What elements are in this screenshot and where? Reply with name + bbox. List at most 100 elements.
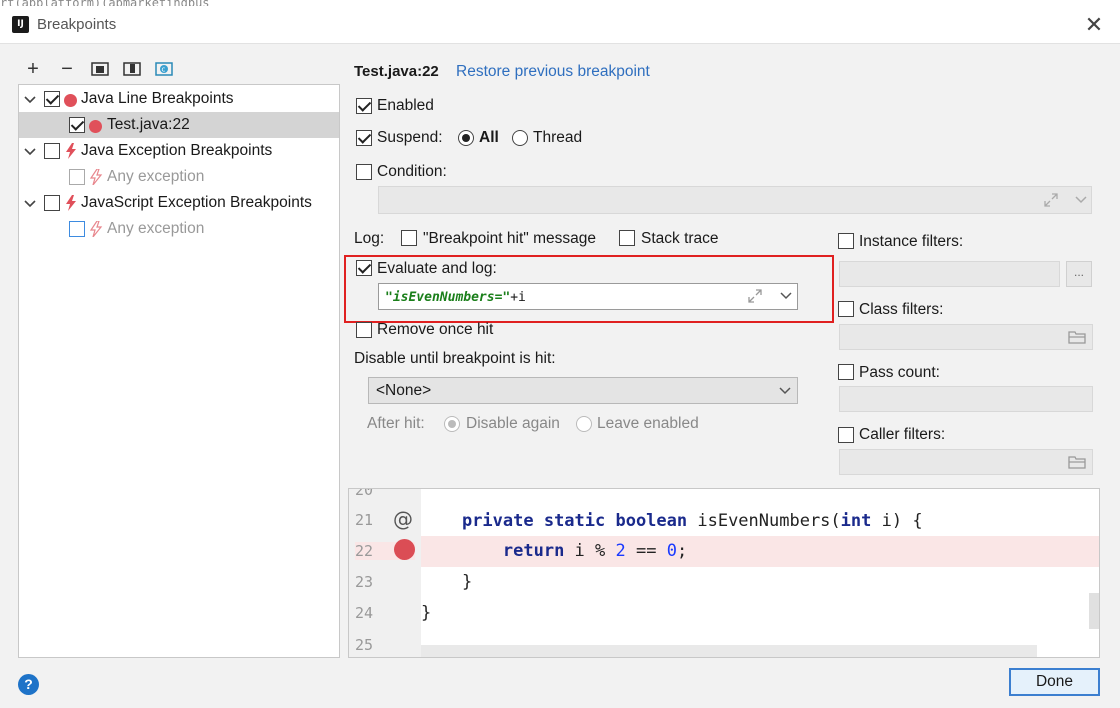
svg-text:c: c — [162, 66, 166, 74]
chevron-down-icon[interactable] — [23, 93, 37, 107]
add-icon[interactable]: + — [22, 58, 44, 80]
group-by-package-icon[interactable] — [88, 58, 110, 80]
close-icon[interactable]: ✕ — [1082, 14, 1106, 38]
pass-count-checkbox[interactable] — [838, 364, 854, 380]
editor-gutter: 20 21 22 23 24 25 @ — [349, 488, 421, 657]
vertical-scrollbar[interactable] — [1089, 593, 1099, 629]
caller-filters-checkbox[interactable] — [838, 427, 854, 443]
java-exception-breakpoints-checkbox[interactable] — [44, 143, 60, 159]
tree-item-java-exception-breakpoints[interactable]: Java Exception Breakpoints — [19, 138, 339, 164]
folder-icon[interactable] — [1068, 330, 1086, 344]
restore-previous-breakpoint-link[interactable]: Restore previous breakpoint — [456, 63, 650, 81]
exception-bolt-icon — [66, 143, 76, 159]
horizontal-scrollbar[interactable] — [421, 645, 1037, 657]
condition-label: Condition: — [377, 163, 447, 180]
condition-input[interactable] — [378, 186, 1092, 214]
group-by-file-icon[interactable] — [120, 58, 142, 80]
chevron-down-icon[interactable] — [23, 145, 37, 159]
evaluate-and-log-label: Evaluate and log: — [377, 260, 497, 277]
thread-label: Thread — [533, 129, 583, 146]
line-number: 21 — [355, 511, 374, 529]
pass-count-label: Pass count: — [859, 364, 940, 381]
line-breakpoint-icon — [89, 120, 102, 133]
chevron-down-icon[interactable] — [23, 197, 37, 211]
tree-item-label: Test.java:22 — [107, 116, 190, 133]
instance-filters-input[interactable] — [839, 261, 1060, 287]
after-hit-label: After hit: — [367, 415, 425, 432]
tree-item-label: JavaScript Exception Breakpoints — [81, 194, 312, 211]
help-icon[interactable]: ? — [18, 674, 39, 695]
folder-icon[interactable] — [1068, 455, 1086, 469]
pass-count-input[interactable] — [839, 386, 1093, 412]
disable-again-radio[interactable] — [444, 416, 460, 432]
chevron-down-icon[interactable] — [1075, 196, 1087, 204]
done-button[interactable]: Done — [1009, 668, 1100, 696]
tree-item-any-exception-javascript[interactable]: Any exception — [19, 216, 339, 242]
breakpoints-tree: Java Line Breakpoints Test.java:22 Java … — [18, 84, 340, 658]
breakpoint-name: Test.java:22 — [354, 63, 439, 80]
chevron-down-icon — [779, 387, 791, 395]
remove-once-hit-label: Remove once hit — [377, 321, 494, 338]
chevron-down-icon[interactable] — [780, 292, 792, 300]
exception-bolt-icon — [66, 195, 76, 211]
remove-icon[interactable]: − — [56, 58, 78, 80]
suspend-thread-radio[interactable] — [512, 130, 528, 146]
instance-filters-checkbox[interactable] — [838, 233, 854, 249]
javascript-exception-breakpoints-checkbox[interactable] — [44, 195, 60, 211]
log-label: Log: — [354, 230, 385, 247]
condition-checkbox[interactable] — [356, 164, 372, 180]
code-preview-editor: 20 21 22 23 24 25 @ private static boole… — [348, 488, 1100, 658]
class-filters-label: Class filters: — [859, 301, 944, 318]
any-exception-checkbox[interactable] — [69, 221, 85, 237]
stack-trace-checkbox[interactable] — [619, 230, 635, 246]
leave-enabled-radio[interactable] — [576, 416, 592, 432]
disable-until-select[interactable]: <None> — [368, 377, 798, 404]
code-line-21: private static boolean isEvenNumbers(int… — [461, 511, 923, 531]
code-line-24: } — [421, 603, 432, 623]
tree-item-java-line-breakpoints[interactable]: Java Line Breakpoints — [19, 86, 339, 112]
enabled-checkbox[interactable] — [356, 98, 372, 114]
breakpoint-hit-message-label: "Breakpoint hit" message — [423, 230, 596, 247]
evaluate-expression-input[interactable]: "isEvenNumbers="+i — [378, 283, 798, 310]
any-exception-checkbox[interactable] — [69, 169, 85, 185]
window-title: Breakpoints — [37, 16, 117, 33]
line-breakpoint-icon — [64, 94, 77, 107]
group-by-class-icon[interactable]: c — [152, 58, 174, 80]
code-line-22: return i % 2 == 0; — [421, 536, 1099, 567]
evaluate-and-log-checkbox[interactable] — [356, 260, 372, 276]
tree-item-any-exception-java[interactable]: Any exception — [19, 164, 339, 190]
disable-again-label: Disable again — [466, 415, 560, 432]
tree-item-label: Java Line Breakpoints — [81, 90, 234, 107]
tree-item-label: Java Exception Breakpoints — [81, 142, 273, 159]
line-number: 24 — [355, 604, 374, 622]
code-line-23: } — [421, 572, 473, 592]
remove-once-hit-checkbox[interactable] — [356, 322, 372, 338]
suspend-label: Suspend: — [377, 129, 443, 146]
disable-until-value: <None> — [376, 382, 432, 399]
instance-filters-label: Instance filters: — [859, 233, 964, 250]
tree-item-test-java-22[interactable]: Test.java:22 — [19, 112, 339, 138]
java-line-breakpoints-checkbox[interactable] — [44, 91, 60, 107]
stack-trace-label: Stack trace — [641, 230, 719, 247]
tree-item-label: Any exception — [107, 168, 205, 185]
disable-until-label: Disable until breakpoint is hit: — [354, 350, 556, 367]
expand-icon[interactable] — [1043, 192, 1059, 208]
tree-item-javascript-exception-breakpoints[interactable]: JavaScript Exception Breakpoints — [19, 190, 339, 216]
suspend-all-radio[interactable] — [458, 130, 474, 146]
expression-text: "isEvenNumbers="+i — [385, 290, 526, 305]
caller-filters-input[interactable] — [839, 449, 1093, 475]
class-filters-checkbox[interactable] — [838, 301, 854, 317]
tree-item-label: Any exception — [107, 220, 205, 237]
line-number: 20 — [355, 488, 374, 499]
instance-filters-browse-button[interactable]: ... — [1066, 261, 1092, 287]
leave-enabled-label: Leave enabled — [597, 415, 699, 432]
suspend-checkbox[interactable] — [356, 130, 372, 146]
caller-filters-label: Caller filters: — [859, 426, 946, 443]
expand-icon[interactable] — [747, 288, 763, 304]
class-filters-input[interactable] — [839, 324, 1093, 350]
title-bar: IJ Breakpoints ✕ — [0, 6, 1120, 44]
breakpoint-icon[interactable] — [394, 539, 415, 560]
test-java-22-checkbox[interactable] — [69, 117, 85, 133]
breakpoint-hit-message-checkbox[interactable] — [401, 230, 417, 246]
override-at-icon[interactable]: @ — [393, 507, 413, 531]
